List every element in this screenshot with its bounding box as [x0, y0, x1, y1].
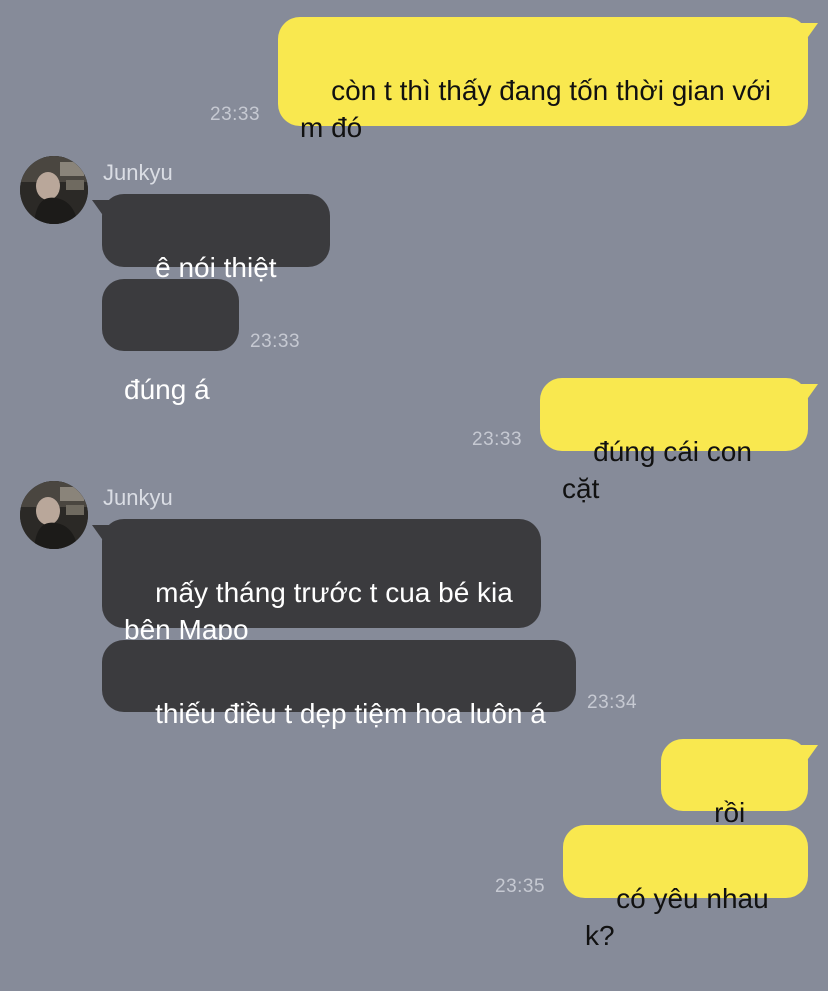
message-timestamp: 23:33 [210, 104, 261, 125]
sender-name: Junkyu [103, 160, 173, 185]
message-timestamp: 23:35 [495, 876, 546, 897]
message-text: đúng á [124, 374, 210, 405]
chat-view[interactable]: còn t thì thấy đang tốn thời gian với m … [0, 0, 828, 951]
incoming-message-bubble[interactable]: ê nói thiệt mà [102, 194, 330, 320]
avatar-photo-icon [20, 156, 88, 224]
incoming-message-bubble[interactable]: đúng á [102, 279, 239, 405]
incoming-message-bubble[interactable]: thiếu điều t dẹp tiệm hoa luôn á [102, 640, 576, 729]
outgoing-message-bubble[interactable]: đúng cái con cặt [540, 378, 808, 504]
avatar[interactable] [20, 481, 88, 549]
message-timestamp: 23:34 [587, 692, 638, 713]
sender-name: Junkyu [103, 485, 173, 510]
message-text: đúng cái con cặt [562, 436, 760, 504]
incoming-message-bubble[interactable]: mấy tháng trước t cua bé kia bên Mapo [102, 519, 541, 645]
avatar[interactable] [20, 156, 88, 224]
message-text: mấy tháng trước t cua bé kia bên Mapo [124, 577, 513, 645]
outgoing-message-bubble[interactable]: còn t thì thấy đang tốn thời gian với m … [278, 17, 808, 143]
message-timestamp: 23:33 [472, 429, 523, 450]
message-text: còn t thì thấy đang tốn thời gian với m … [300, 75, 772, 143]
avatar-photo-icon [20, 481, 88, 549]
outgoing-message-bubble[interactable]: có yêu nhau k? [563, 825, 808, 951]
message-timestamp: 23:33 [250, 331, 301, 352]
message-text: thiếu điều t dẹp tiệm hoa luôn á [155, 698, 546, 729]
message-text: có yêu nhau k? [585, 883, 777, 951]
outgoing-message-bubble[interactable]: rồi sao? [661, 739, 808, 865]
